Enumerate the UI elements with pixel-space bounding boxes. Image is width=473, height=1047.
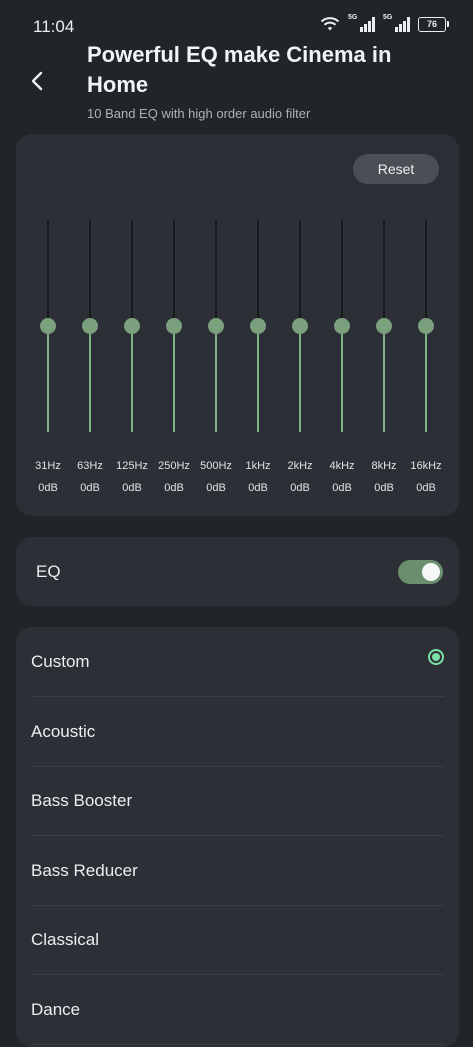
eq-band-gain: 0dB: [416, 482, 436, 494]
eq-slider-fill: [215, 326, 217, 432]
eq-slider-fill: [341, 326, 343, 432]
status-icons: 5G 5G 76: [320, 14, 449, 32]
eq-slider-knob[interactable]: [292, 318, 308, 334]
eq-slider-fill: [131, 326, 133, 432]
eq-toggle-label: EQ: [36, 562, 61, 581]
eq-slider-fill: [425, 326, 427, 432]
eq-band-9: 16kHz 0dB: [401, 220, 451, 500]
preset-label: Dance: [31, 999, 81, 1019]
eq-toggle-switch[interactable]: [398, 560, 443, 584]
eq-slider-knob[interactable]: [166, 318, 182, 334]
preset-label: Bass Booster: [31, 791, 133, 810]
wifi-icon: [320, 17, 340, 31]
eq-slider-knob[interactable]: [82, 318, 98, 334]
equalizer-card: Reset 31Hz 0dB 63Hz 0dB 125Hz 0dB 250Hz 0dB 500H…: [16, 134, 459, 516]
eq-slider-knob[interactable]: [376, 318, 392, 334]
preset-label: Bass Reducer: [31, 860, 138, 880]
preset-item[interactable]: Custom: [31, 627, 444, 697]
eq-slider-fill: [257, 326, 259, 432]
eq-slider-fill: [89, 326, 91, 432]
eq-slider-fill: [383, 326, 385, 432]
preset-item[interactable]: Classical: [31, 905, 444, 975]
preset-item[interactable]: Acoustic: [31, 697, 444, 767]
eq-slider-fill: [299, 326, 301, 432]
preset-item[interactable]: Bass Reducer: [31, 836, 444, 906]
preset-item[interactable]: Dance: [31, 975, 444, 1045]
cellular-signal-1-icon: 5G: [348, 14, 375, 32]
eq-slider-fill: [47, 326, 49, 432]
page-subtitle: 10 Band EQ with high order audio filter: [87, 106, 311, 121]
eq-slider-fill: [173, 326, 175, 432]
preset-label: Acoustic: [31, 721, 96, 741]
battery-icon: 76: [418, 16, 449, 32]
chevron-left-icon: [31, 71, 43, 91]
eq-toggle-card: EQ: [16, 537, 459, 606]
reset-button[interactable]: Reset: [353, 154, 439, 184]
selected-radio-icon: [428, 649, 444, 665]
preset-label: Custom: [31, 652, 90, 671]
eq-slider-knob[interactable]: [40, 318, 56, 334]
eq-band-frequency: 16kHz: [410, 460, 442, 472]
cellular-signal-2-icon: 5G: [383, 14, 410, 32]
eq-slider-knob[interactable]: [418, 318, 434, 334]
back-button[interactable]: [22, 66, 52, 96]
eq-slider-knob[interactable]: [124, 318, 140, 334]
eq-slider-knob[interactable]: [334, 318, 350, 334]
preset-label: Classical: [31, 930, 100, 949]
eq-slider-knob[interactable]: [208, 318, 224, 334]
toggle-thumb: [422, 563, 440, 581]
page-title: Powerful EQ make Cinema in Home: [87, 42, 392, 97]
status-time: 11:04: [33, 17, 75, 36]
preset-item[interactable]: Bass Booster: [31, 766, 444, 836]
presets-card: Custom Acoustic Bass Booster Bass Reducer Cl…: [16, 627, 459, 1047]
battery-level: 76: [418, 16, 446, 32]
eq-slider-knob[interactable]: [250, 318, 266, 334]
